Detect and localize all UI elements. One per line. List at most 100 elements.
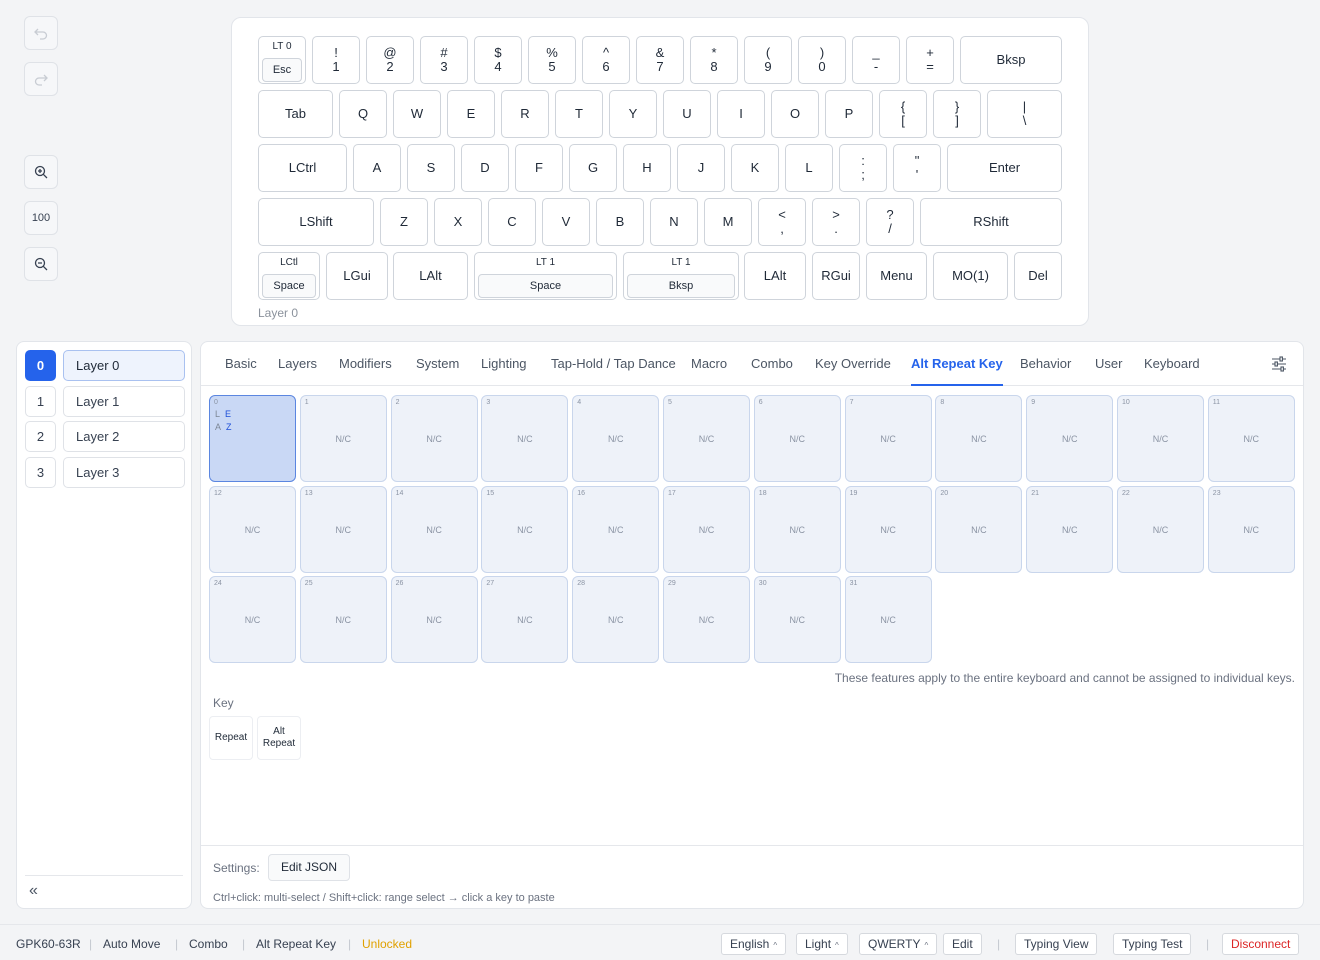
tab-lighting[interactable]: Lighting <box>481 342 527 386</box>
key[interactable]: D <box>461 144 509 192</box>
zoom-level[interactable]: 100 <box>24 201 58 235</box>
alt-repeat-slot[interactable]: 7 N/C <box>844 395 932 482</box>
layer-number-button[interactable]: 2 <box>25 421 56 452</box>
key-shifted[interactable]: | \ <box>987 90 1062 138</box>
key-shifted[interactable]: >. <box>812 198 860 246</box>
alt-repeat-slot[interactable]: 2 N/C <box>390 395 478 482</box>
tab-layers[interactable]: Layers <box>278 342 317 386</box>
key[interactable]: M <box>704 198 752 246</box>
key-shifted[interactable]: {[ <box>879 90 927 138</box>
layer-name-field[interactable]: Layer 2 <box>63 421 185 452</box>
key[interactable]: Enter <box>947 144 1062 192</box>
key[interactable]: Q <box>339 90 387 138</box>
key[interactable]: RGui <box>812 252 860 300</box>
key[interactable]: Menu <box>866 252 927 300</box>
key[interactable]: N <box>650 198 698 246</box>
layer-number-button[interactable]: 0 <box>25 350 56 381</box>
key-shifted[interactable]: ? / <box>866 198 914 246</box>
sliders-icon[interactable] <box>1271 356 1287 372</box>
collapse-sidebar-button[interactable]: « <box>25 875 183 900</box>
alt-repeat-slot[interactable]: 11 N/C <box>1207 395 1295 482</box>
alt-repeat-slot[interactable]: 30 N/C <box>753 576 841 663</box>
key[interactable]: Z <box>380 198 428 246</box>
key[interactable]: R <box>501 90 549 138</box>
key[interactable]: Y <box>609 90 657 138</box>
alt-repeat-slot[interactable]: 6 N/C <box>753 395 841 482</box>
tab-user[interactable]: User <box>1095 342 1122 386</box>
alt-repeat-slot[interactable]: 23 N/C <box>1207 485 1295 573</box>
alt-repeat-slot[interactable]: 17 N/C <box>663 485 750 573</box>
key-shifted[interactable]: ^ 6 <box>582 36 630 84</box>
key[interactable]: S <box>407 144 455 192</box>
undo-button[interactable] <box>24 16 58 50</box>
alt-repeat-slot[interactable]: 16 N/C <box>572 485 660 573</box>
alt-repeat-slot[interactable]: 25 N/C <box>299 576 387 663</box>
alt-repeat-slot[interactable]: 9 N/C <box>1026 395 1114 482</box>
key[interactable]: P <box>825 90 873 138</box>
key-shifted[interactable]: @2 <box>366 36 414 84</box>
alt-repeat-slot[interactable]: 14 N/C <box>390 485 478 573</box>
key[interactable]: LGui <box>326 252 388 300</box>
key-shifted[interactable]: ) 0 <box>798 36 846 84</box>
key[interactable]: H <box>623 144 671 192</box>
tab-key-override[interactable]: Key Override <box>815 342 891 386</box>
key-shifted[interactable]: _ - <box>852 36 900 84</box>
key-tap-hold[interactable]: LT 1 Space <box>474 252 617 300</box>
key[interactable]: RShift <box>920 198 1062 246</box>
key[interactable]: Tab <box>258 90 333 138</box>
key[interactable]: L <box>785 144 833 192</box>
typing-view-button[interactable]: Typing View <box>1015 933 1098 955</box>
alt-repeat-slot[interactable]: 0 LE AZ <box>209 395 296 482</box>
alt-repeat-slot[interactable]: 5 N/C <box>663 395 750 482</box>
layer-number-button[interactable]: 3 <box>25 456 56 488</box>
layout-select[interactable]: QWERTY ^ <box>859 933 938 955</box>
alt-repeat-slot[interactable]: 4 N/C <box>572 395 660 482</box>
key-tap-hold[interactable]: LT 1 Bksp <box>623 252 739 300</box>
key[interactable]: G <box>569 144 617 192</box>
key[interactable]: E <box>447 90 495 138</box>
key-shifted[interactable]: #3 <box>420 36 468 84</box>
zoom-out-button[interactable] <box>24 247 58 281</box>
alt-repeat-slot[interactable]: 27 N/C <box>481 576 569 663</box>
key[interactable]: LAlt <box>393 252 468 300</box>
key[interactable]: T <box>555 90 603 138</box>
key[interactable]: A <box>353 144 401 192</box>
edit-json-button[interactable]: Edit JSON <box>268 854 351 881</box>
layer-name-field[interactable]: Layer 3 <box>63 456 185 488</box>
tab-macro[interactable]: Macro <box>691 342 727 386</box>
key[interactable]: LCtrl <box>258 144 347 192</box>
alt-repeat-key-button[interactable]: Alt Repeat <box>257 716 301 760</box>
lock-status[interactable]: Unlocked <box>362 937 412 951</box>
key-shifted[interactable]: :; <box>839 144 887 192</box>
key-shifted[interactable]: $4 <box>474 36 522 84</box>
key[interactable]: W <box>393 90 441 138</box>
tab-alt-repeat-key[interactable]: Alt Repeat Key <box>911 342 1003 386</box>
layer-name-field[interactable]: Layer 1 <box>63 385 185 417</box>
redo-button[interactable] <box>24 62 58 96</box>
key[interactable]: F <box>515 144 563 192</box>
alt-repeat-slot[interactable]: 12 N/C <box>209 485 296 573</box>
key[interactable]: Del <box>1014 252 1062 300</box>
alt-repeat-slot[interactable]: 31 N/C <box>844 576 932 663</box>
edit-button[interactable]: Edit <box>943 933 982 955</box>
typing-test-button[interactable]: Typing Test <box>1113 933 1192 955</box>
key[interactable]: C <box>488 198 536 246</box>
key-tap-hold[interactable]: LCtl Space <box>258 252 320 300</box>
alt-repeat-status[interactable]: Alt Repeat Key <box>256 937 336 951</box>
tab-behavior[interactable]: Behavior <box>1020 342 1071 386</box>
key[interactable]: LShift <box>258 198 374 246</box>
key-shifted[interactable]: }] <box>933 90 981 138</box>
key-shifted[interactable]: & 7 <box>636 36 684 84</box>
alt-repeat-slot[interactable]: 3 N/C <box>481 395 569 482</box>
key[interactable]: U <box>663 90 711 138</box>
key[interactable]: K <box>731 144 779 192</box>
key-shifted[interactable]: + = <box>906 36 954 84</box>
alt-repeat-slot[interactable]: 21 N/C <box>1026 485 1114 573</box>
auto-move-status[interactable]: Auto Move <box>103 937 160 951</box>
layer-number-button[interactable]: 1 <box>25 385 56 417</box>
alt-repeat-slot[interactable]: 24 N/C <box>209 576 296 663</box>
key[interactable]: J <box>677 144 725 192</box>
key[interactable]: X <box>434 198 482 246</box>
alt-repeat-slot[interactable]: 1 N/C <box>299 395 387 482</box>
alt-repeat-slot[interactable]: 15 N/C <box>481 485 569 573</box>
